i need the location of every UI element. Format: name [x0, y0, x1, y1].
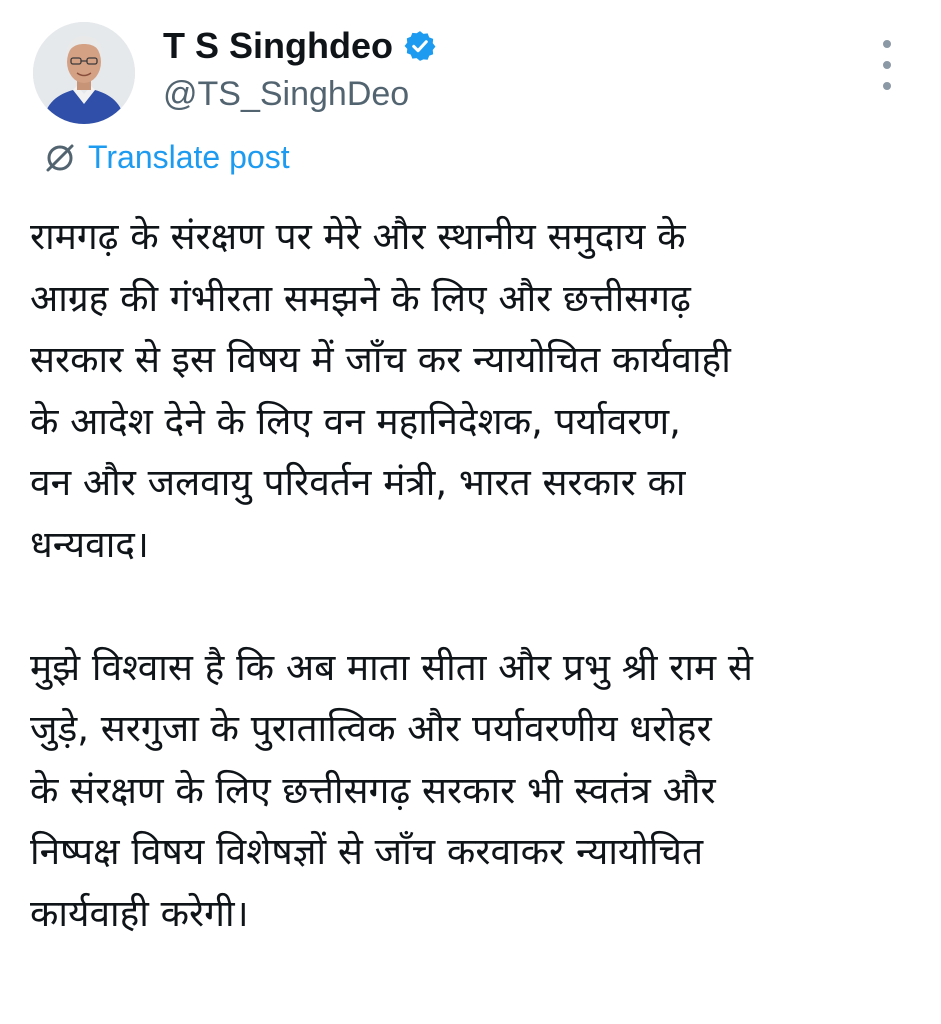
tweet: T S Singhdeo @TS_SinghDeo Translate post… [0, 0, 941, 1024]
tweet-text-line: वन और जलवायु परिवर्तन मंत्री, भारत सरकार… [30, 461, 686, 504]
more-vertical-icon [883, 40, 891, 48]
tweet-text-line: के संरक्षण के लिए छत्तीसगढ़ सरकार भी स्व… [30, 768, 716, 812]
author-name-row: T S Singhdeo [163, 24, 437, 68]
tweet-text-line: के आदेश देने के लिए वन महानिदेशक, पर्याव… [30, 399, 681, 443]
translate-post-button[interactable]: Translate post [42, 139, 290, 176]
tweet-text-line: आग्रह की गंभीरता समझने के लिए और छत्तीसग… [30, 276, 691, 320]
tweet-text-line: निष्पक्ष विषय विशेषज्ञों से जाँच करवाकर … [30, 830, 704, 873]
tweet-text-line: कार्यवाही करेगी। [30, 891, 249, 935]
author-display-name[interactable]: T S Singhdeo [163, 25, 393, 67]
more-options-button[interactable] [872, 40, 902, 90]
tweet-text-line: जुड़े, सरगुजा के पुरातात्विक और पर्यावरण… [30, 707, 712, 750]
tweet-text-line: मुझे विश्वास है कि अब माता सीता और प्रभु… [30, 645, 753, 689]
author-handle[interactable]: @TS_SinghDeo [163, 75, 409, 114]
tweet-text: रामगढ़ के संरक्षण पर मेरे और स्थानीय समु… [30, 206, 920, 944]
tweet-text-line: सरकार से इस विषय में जाँच कर न्यायोचित क… [30, 338, 731, 381]
tweet-text-line: धन्यवाद। [30, 522, 149, 566]
avatar-image [33, 22, 135, 124]
tweet-text-line: रामगढ़ के संरक्षण पर मेरे और स्थानीय समु… [30, 215, 686, 258]
more-vertical-icon-dot [883, 82, 891, 90]
verified-badge-icon[interactable] [403, 29, 437, 63]
translate-post-label: Translate post [88, 139, 290, 175]
globe-slash-icon [42, 140, 78, 176]
avatar[interactable] [33, 22, 135, 124]
more-vertical-icon-dot [883, 61, 891, 69]
